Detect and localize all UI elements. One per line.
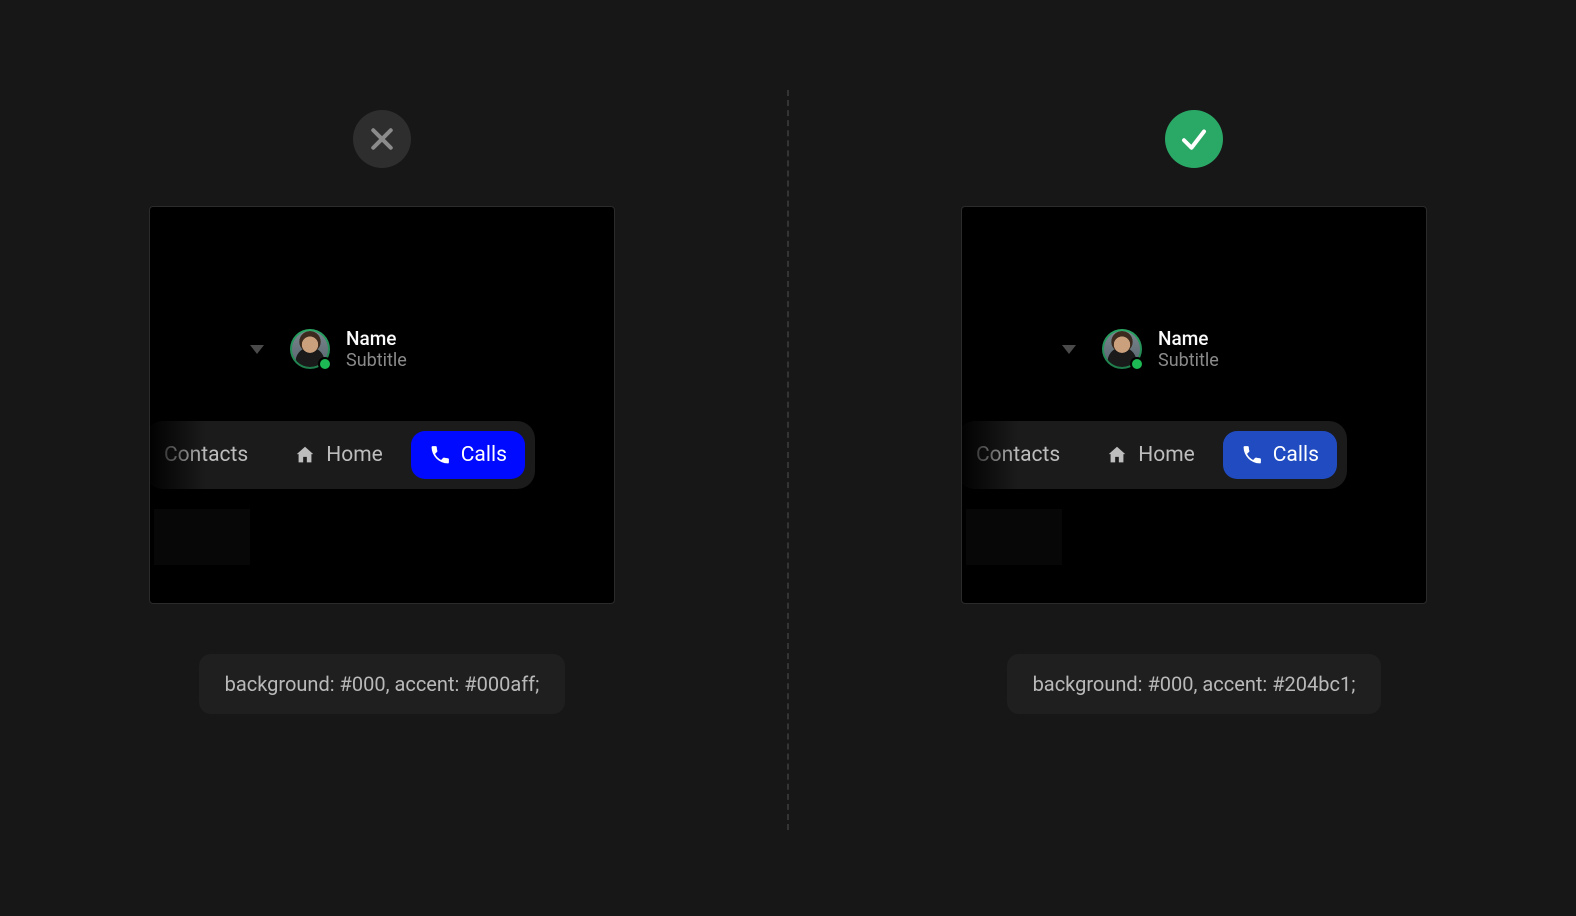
tab-calls[interactable]: Calls bbox=[1223, 431, 1337, 479]
presence-dot bbox=[1130, 357, 1144, 371]
profile-subtitle: Subtitle bbox=[346, 350, 407, 371]
tab-label: Calls bbox=[461, 443, 507, 467]
color-caption: background: #000, accent: #000aff; bbox=[199, 654, 566, 714]
tab-bar: Contacts Home Calls bbox=[149, 421, 535, 489]
home-icon bbox=[1106, 444, 1128, 466]
home-icon bbox=[294, 444, 316, 466]
example-wrong: Name Subtitle Contacts Home bbox=[62, 110, 702, 714]
profile-row: Name Subtitle bbox=[150, 327, 614, 371]
vertical-divider bbox=[787, 90, 789, 830]
profile-row: Name Subtitle bbox=[962, 327, 1426, 371]
tab-label: Contacts bbox=[976, 443, 1060, 467]
ui-mockup-correct: Name Subtitle Contacts Home bbox=[961, 206, 1427, 604]
tab-home[interactable]: Home bbox=[1088, 431, 1213, 479]
decorative-block bbox=[154, 509, 250, 565]
tab-contacts[interactable]: Contacts bbox=[968, 431, 1078, 479]
profile-subtitle: Subtitle bbox=[1158, 350, 1219, 371]
profile-name: Name bbox=[1158, 327, 1219, 350]
chevron-down-icon[interactable] bbox=[250, 345, 264, 354]
tab-label: Contacts bbox=[164, 443, 248, 467]
decorative-block bbox=[966, 509, 1062, 565]
tab-home[interactable]: Home bbox=[276, 431, 401, 479]
tab-label: Home bbox=[326, 443, 383, 467]
example-correct: Name Subtitle Contacts Home bbox=[874, 110, 1514, 714]
avatar[interactable] bbox=[1102, 329, 1142, 369]
phone-icon bbox=[429, 444, 451, 466]
x-icon bbox=[353, 110, 411, 168]
presence-dot bbox=[318, 357, 332, 371]
ui-mockup-wrong: Name Subtitle Contacts Home bbox=[149, 206, 615, 604]
chevron-down-icon[interactable] bbox=[1062, 345, 1076, 354]
tab-label: Home bbox=[1138, 443, 1195, 467]
tab-contacts[interactable]: Contacts bbox=[156, 431, 266, 479]
color-caption: background: #000, accent: #204bc1; bbox=[1007, 654, 1382, 714]
profile-name: Name bbox=[346, 327, 407, 350]
avatar[interactable] bbox=[290, 329, 330, 369]
tab-calls[interactable]: Calls bbox=[411, 431, 525, 479]
tab-bar: Contacts Home Calls bbox=[961, 421, 1347, 489]
phone-icon bbox=[1241, 444, 1263, 466]
tab-label: Calls bbox=[1273, 443, 1319, 467]
check-icon bbox=[1165, 110, 1223, 168]
